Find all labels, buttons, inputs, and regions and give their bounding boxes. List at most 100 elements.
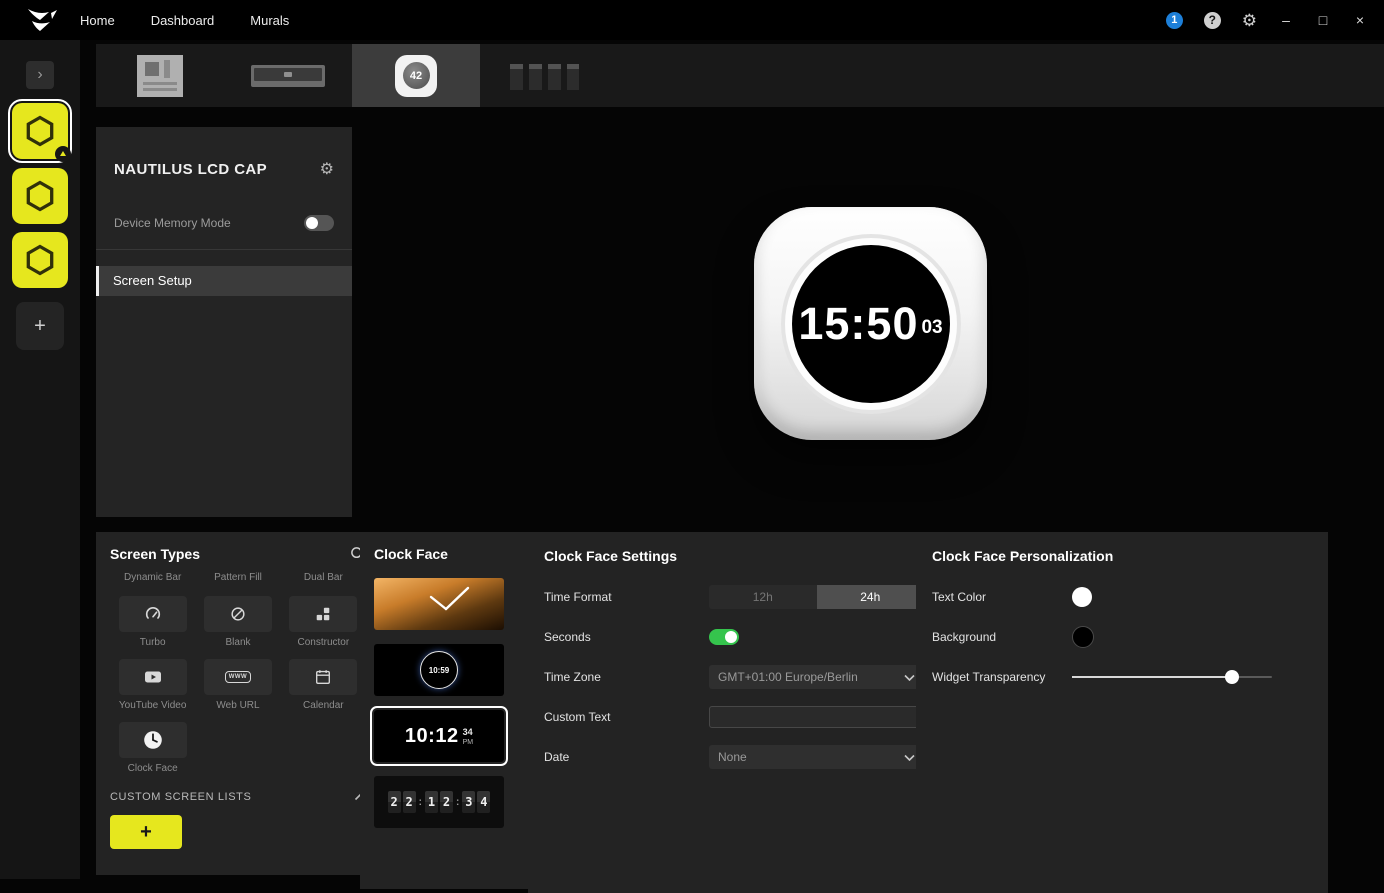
custom-text-input[interactable] — [709, 706, 924, 728]
device-tile-nautilus[interactable] — [8, 99, 72, 163]
nav-dashboard[interactable]: Dashboard — [151, 13, 215, 28]
close-button[interactable]: × — [1352, 12, 1368, 28]
flip-digit: 4 — [477, 791, 491, 813]
personalization-title: Clock Face Personalization — [932, 548, 1114, 564]
date-label: Date — [544, 750, 570, 764]
add-custom-screen-button[interactable]: + — [110, 815, 182, 849]
lcd-thumb-temp: 42 — [409, 69, 423, 82]
custom-text-label: Custom Text — [544, 710, 611, 724]
preview-time: 15:50 — [798, 297, 919, 349]
device-tile-3[interactable] — [12, 232, 68, 288]
tab-lcd-cap[interactable]: 42 — [352, 44, 480, 107]
main-nav: Home Dashboard Murals — [80, 13, 289, 28]
time-format-label: Time Format — [544, 590, 612, 604]
screen-type-blank-label: Blank — [225, 637, 251, 648]
motherboard-thumbnail — [137, 54, 183, 97]
www-icon: WWW — [224, 671, 252, 683]
calendar-icon — [316, 670, 331, 684]
sidebar-expand-button[interactable]: › — [26, 61, 54, 89]
screen-type-turbo-button[interactable] — [118, 596, 187, 632]
device-tile-2[interactable] — [12, 168, 68, 224]
clock-face-personalization-panel: Clock Face Personalization Text Color Ba… — [916, 532, 1328, 893]
screen-type-turbo-label: Turbo — [139, 637, 166, 648]
background-label: Background — [932, 630, 997, 644]
hexagon-device-icon — [26, 180, 54, 212]
screen-type-dynamic-bar[interactable]: Dynamic Bar — [124, 572, 181, 584]
flip-colon: : — [418, 796, 422, 808]
clock-face-option-dark-analog[interactable]: 10:59 — [374, 644, 504, 696]
blank-circle-slash-icon — [231, 607, 245, 621]
screen-type-blank-button[interactable] — [203, 596, 272, 632]
flip-digit: 2 — [402, 791, 416, 813]
flip-digit: 3 — [462, 791, 476, 813]
notification-badge[interactable]: 1 — [1165, 11, 1183, 29]
maximize-button[interactable]: □ — [1315, 12, 1331, 28]
help-icon[interactable]: ? — [1203, 11, 1221, 29]
tab-keyboard[interactable] — [224, 44, 352, 107]
date-select[interactable]: None — [709, 745, 924, 769]
minimize-button[interactable]: – — [1278, 12, 1294, 28]
slider-knob[interactable] — [1225, 670, 1239, 684]
screen-type-youtube-label: YouTube Video — [118, 700, 187, 711]
clock-face-title: Clock Face — [374, 546, 448, 562]
clock-face-option-digital-selected[interactable]: 10:12 34 PM — [370, 706, 508, 766]
time-format-12h-option[interactable]: 12h — [709, 585, 817, 609]
screen-type-calendar-button[interactable] — [289, 659, 358, 695]
screen-type-clock-face-label: Clock Face — [127, 763, 178, 774]
device-panel: NAUTILUS LCD CAP ⚙ Device Memory Mode Sc… — [96, 127, 352, 517]
menu-item-screen-setup[interactable]: Screen Setup — [96, 265, 352, 296]
hexagon-device-icon — [26, 115, 54, 147]
device-settings-gear-icon[interactable]: ⚙ — [320, 161, 334, 178]
time-format-24h-option[interactable]: 24h — [816, 585, 924, 609]
nav-home[interactable]: Home — [80, 13, 115, 28]
tab-motherboard[interactable] — [96, 44, 224, 107]
screen-type-constructor-button[interactable] — [289, 596, 358, 632]
background-swatch[interactable] — [1072, 626, 1094, 648]
digital-time: 10:12 — [404, 724, 459, 747]
text-color-label: Text Color — [932, 590, 987, 604]
clock-icon — [143, 731, 162, 749]
preview-seconds: 03 — [921, 317, 943, 338]
screen-type-clock-face-button[interactable] — [118, 722, 187, 758]
transparency-slider[interactable] — [1072, 670, 1272, 684]
flip-digit: 2 — [387, 791, 401, 813]
date-value: None — [718, 750, 747, 764]
titlebar: Home Dashboard Murals 1 ? ⚙ – □ × — [0, 0, 1384, 40]
memory-mode-label: Device Memory Mode — [114, 215, 231, 230]
device-sidebar: › + — [0, 40, 80, 879]
screen-types-title: Screen Types — [110, 546, 201, 562]
lcd-cap-preview: 15:50 03 — [754, 207, 987, 440]
divider — [96, 248, 352, 250]
clock-face-option-flip[interactable]: 2 2 : 1 2 : 3 4 — [374, 776, 504, 828]
update-arrow-icon — [60, 151, 66, 156]
flip-digit: 2 — [440, 791, 453, 813]
titlebar-actions: 1 ? ⚙ – □ × — [1165, 0, 1368, 40]
screen-type-weburl-button[interactable]: WWW — [203, 659, 272, 695]
screen-type-dual-bar[interactable]: Dual Bar — [304, 572, 343, 584]
screen-type-youtube-button[interactable] — [118, 659, 187, 695]
time-zone-select[interactable]: GMT+01:00 Europe/Berlin — [709, 665, 924, 689]
add-device-button[interactable]: + — [16, 302, 64, 350]
text-color-swatch[interactable] — [1072, 587, 1092, 607]
app-settings-gear-icon[interactable]: ⚙ — [1242, 12, 1257, 29]
screen-type-pattern-fill[interactable]: Pattern Fill — [214, 572, 262, 584]
lcd-preview-screen: 15:50 03 — [791, 244, 950, 403]
clock-face-option-sunset-analog[interactable] — [374, 578, 504, 630]
corsair-logo-icon[interactable] — [26, 7, 58, 33]
analog-hands-icon — [429, 586, 470, 611]
time-format-segmented-control: 12h 24h — [709, 585, 924, 609]
memory-mode-toggle[interactable] — [304, 214, 334, 231]
seconds-toggle[interactable] — [709, 629, 739, 645]
screen-type-weburl-label: Web URL — [216, 700, 260, 711]
tab-memory[interactable] — [480, 44, 608, 107]
digital-ampm: PM — [462, 739, 474, 746]
gauge-icon — [145, 607, 160, 619]
nav-murals[interactable]: Murals — [250, 13, 289, 28]
time-zone-label: Time Zone — [544, 670, 601, 684]
analog-time: 10:59 — [428, 665, 450, 675]
screen-types-grid: Dynamic Bar Pattern Fill Dual Bar Turbo … — [110, 572, 366, 775]
clock-face-settings-panel: Clock Face Settings Time Format 12h 24h … — [528, 532, 940, 893]
screen-type-constructor-label: Constructor — [297, 637, 350, 648]
screen-types-panel: Screen Types Dynamic Bar Pattern Fill Du… — [96, 532, 380, 875]
lcd-cap-thumbnail: 42 — [395, 54, 437, 97]
